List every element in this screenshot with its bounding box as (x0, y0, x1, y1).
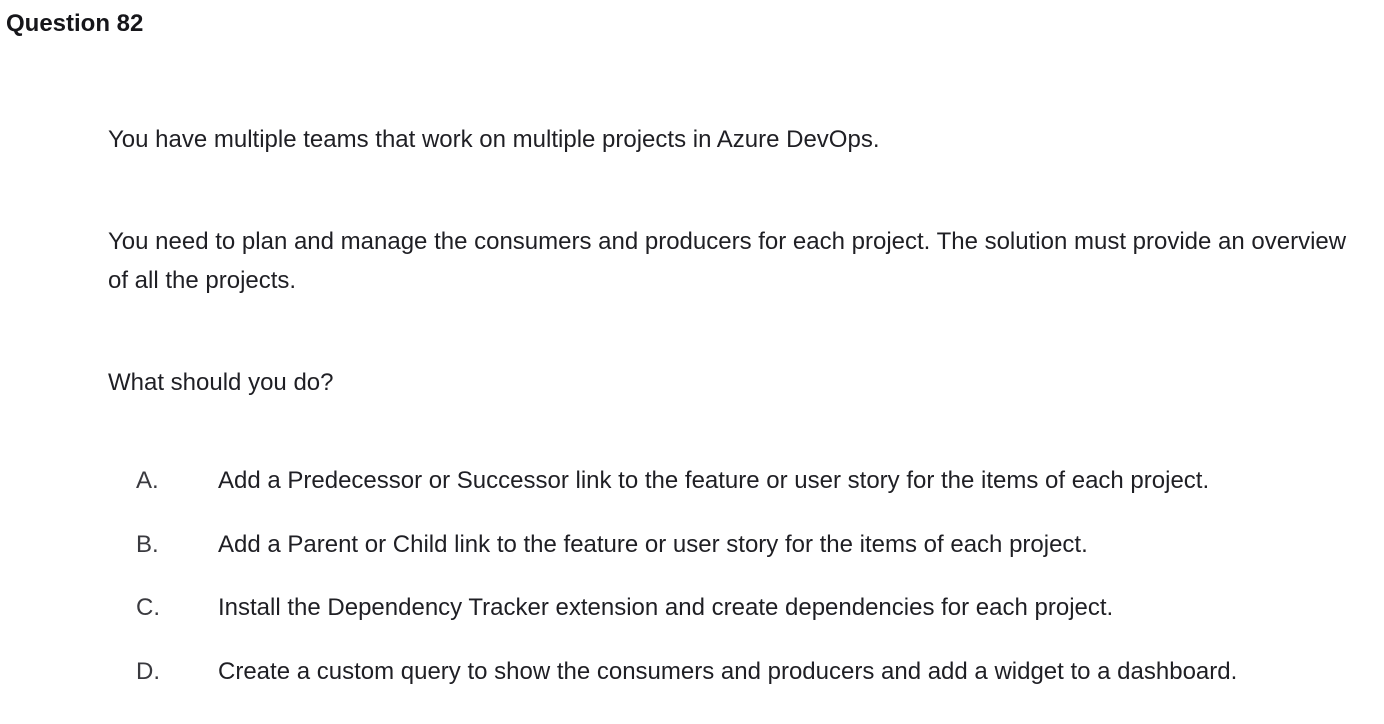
question-prompt: What should you do? (108, 369, 334, 396)
option-text: Add a Parent or Child link to the featur… (218, 531, 1088, 558)
answer-option-a[interactable]: A. Add a Predecessor or Successor link t… (136, 461, 1366, 501)
option-text: Create a custom query to show the consum… (218, 658, 1238, 685)
answer-option-c[interactable]: C. Install the Dependency Tracker extens… (136, 588, 1366, 628)
option-letter: D. (136, 658, 160, 685)
option-text: Add a Predecessor or Successor link to t… (218, 467, 1210, 494)
option-letter: C. (136, 594, 160, 621)
answer-option-b[interactable]: B. Add a Parent or Child link to the fea… (136, 525, 1366, 565)
option-letter: B. (136, 531, 159, 558)
option-text: Install the Dependency Tracker extension… (218, 594, 1114, 621)
question-title: Question 82 (6, 10, 144, 37)
question-paragraph-1: You have multiple teams that work on mul… (108, 126, 880, 153)
option-letter: A. (136, 467, 159, 494)
answer-option-d[interactable]: D. Create a custom query to show the con… (136, 652, 1366, 692)
question-paragraph-2: You need to plan and manage the consumer… (108, 228, 1347, 294)
